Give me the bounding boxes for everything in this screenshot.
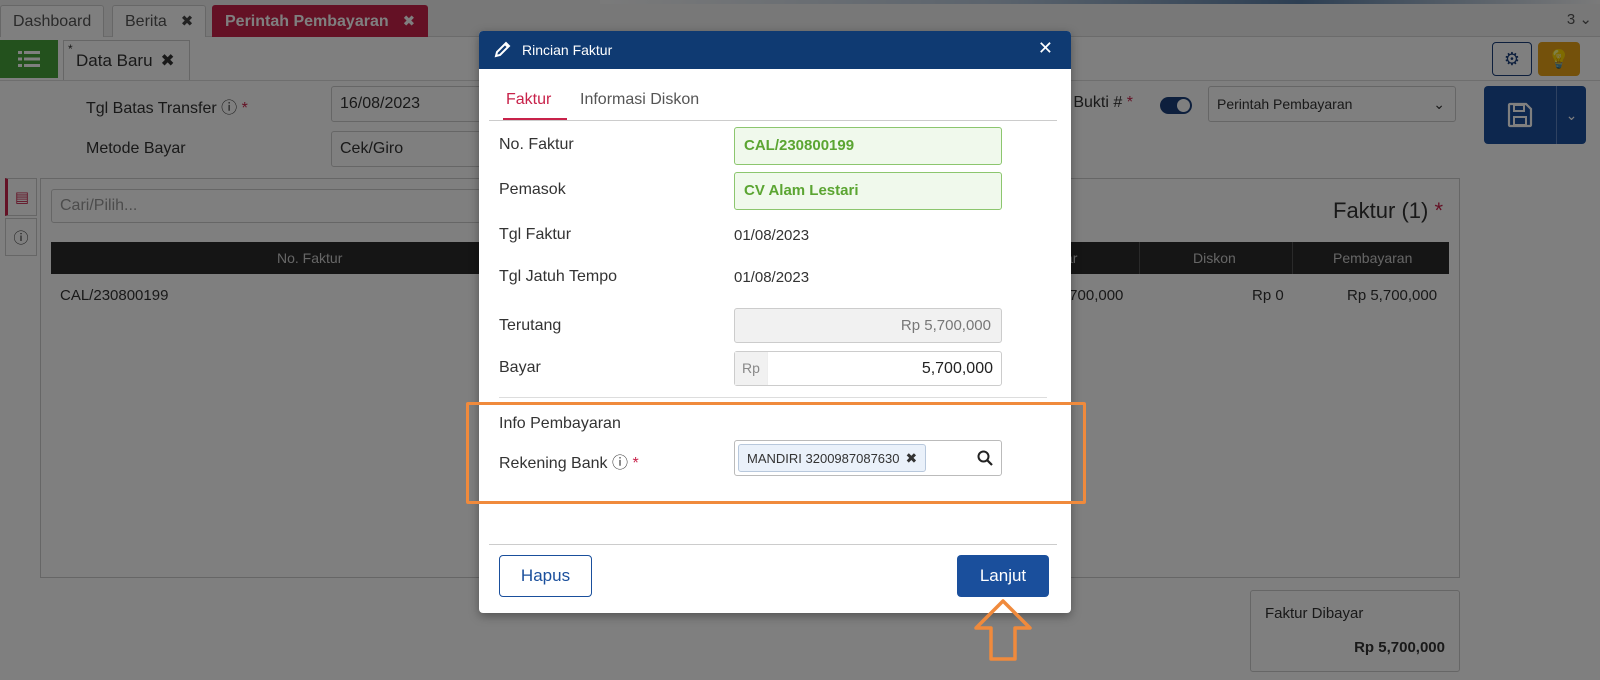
active-tab-underline — [503, 118, 567, 120]
dialog-tabs: Faktur Informasi Diskon — [489, 81, 1057, 121]
tab-faktur[interactable]: Faktur — [506, 91, 551, 109]
highlight-box — [466, 402, 1086, 504]
jatuh-tempo-label: Tgl Jatuh Tempo — [499, 268, 617, 285]
currency-prefix: Rp — [735, 352, 768, 385]
pemasok-field[interactable]: CV Alam Lestari — [734, 172, 1002, 210]
dialog-header: Rincian Faktur ✕ — [479, 31, 1071, 69]
close-icon[interactable]: ✕ — [1038, 38, 1053, 59]
tab-informasi-diskon[interactable]: Informasi Diskon — [580, 91, 699, 109]
tgl-faktur-value: 01/08/2023 — [734, 227, 810, 244]
lanjut-button[interactable]: Lanjut — [957, 555, 1049, 597]
divider — [499, 397, 1047, 398]
hapus-button[interactable]: Hapus — [499, 555, 592, 597]
terutang-field: Rp 5,700,000 — [734, 308, 1002, 343]
bayar-value: 5,700,000 — [921, 360, 993, 377]
bayar-label: Bayar — [499, 359, 541, 376]
pemasok-label: Pemasok — [499, 181, 566, 198]
up-arrow-icon — [974, 599, 1032, 661]
no-faktur-label: No. Faktur — [499, 136, 574, 153]
no-faktur-field[interactable]: CAL/230800199 — [734, 127, 1002, 165]
pencil-icon — [494, 41, 511, 58]
tgl-faktur-label: Tgl Faktur — [499, 226, 572, 243]
terutang-label: Terutang — [499, 317, 562, 334]
footer-divider — [489, 544, 1057, 545]
rincian-faktur-dialog: Rincian Faktur ✕ Faktur Informasi Diskon… — [479, 31, 1071, 613]
bayar-input[interactable]: Rp 5,700,000 — [734, 351, 1002, 386]
jatuh-tempo-value: 01/08/2023 — [734, 269, 810, 286]
dialog-title: Rincian Faktur — [522, 42, 613, 58]
